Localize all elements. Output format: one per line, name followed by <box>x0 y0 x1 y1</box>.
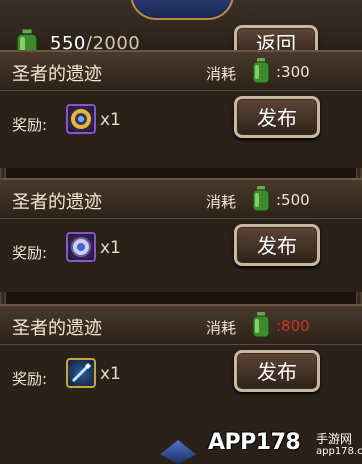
reward-quantity: x1 <box>100 364 121 384</box>
energy-potion-icon <box>252 312 270 338</box>
quest-title-bar: 圣者的遗迹 消耗 :300 <box>0 52 362 91</box>
crystal-wand-icon <box>66 358 96 388</box>
energy-potion-icon <box>252 58 270 84</box>
quest-title-bar: 圣者的遗迹 消耗 :500 <box>0 180 362 219</box>
energy-potion-icon <box>252 186 270 212</box>
watermark-sub-text: 手游网 <box>316 432 353 446</box>
watermark-logo: APP178 手游网 app178.com <box>196 402 362 462</box>
quest-title: 圣者的遗迹 <box>12 318 102 339</box>
cost-value: :800 <box>276 317 310 335</box>
reward-quantity: x1 <box>100 110 121 130</box>
watermark-logo-text: APP178 <box>208 430 301 455</box>
reward-label: 奖励: <box>12 116 48 134</box>
cost-value: :500 <box>276 191 310 209</box>
cost-label: 消耗 <box>206 319 237 337</box>
quest-title-bar: 圣者的遗迹 消耗 :800 <box>0 306 362 345</box>
gold-ring-icon <box>66 104 96 134</box>
gear-gem-icon <box>66 232 96 262</box>
cost-label: 消耗 <box>206 65 237 83</box>
reward-quantity: x1 <box>100 238 121 258</box>
reward-label: 奖励: <box>12 370 48 388</box>
quest-title: 圣者的遗迹 <box>12 192 102 213</box>
cost-value: :300 <box>276 63 310 81</box>
cost-label: 消耗 <box>206 193 237 211</box>
quest-card: 圣者的遗迹 消耗 :300 奖励: x1 发布 <box>0 50 362 168</box>
publish-button[interactable]: 发布 <box>234 224 320 266</box>
quest-card: 圣者的遗迹 消耗 :500 奖励: x1 发布 <box>0 178 362 292</box>
reward-label: 奖励: <box>12 244 48 262</box>
watermark-domain: app178.com <box>316 446 362 457</box>
quest-title: 圣者的遗迹 <box>12 64 102 85</box>
top-ornament <box>130 0 234 20</box>
publish-button[interactable]: 发布 <box>234 96 320 138</box>
publish-button[interactable]: 发布 <box>234 350 320 392</box>
